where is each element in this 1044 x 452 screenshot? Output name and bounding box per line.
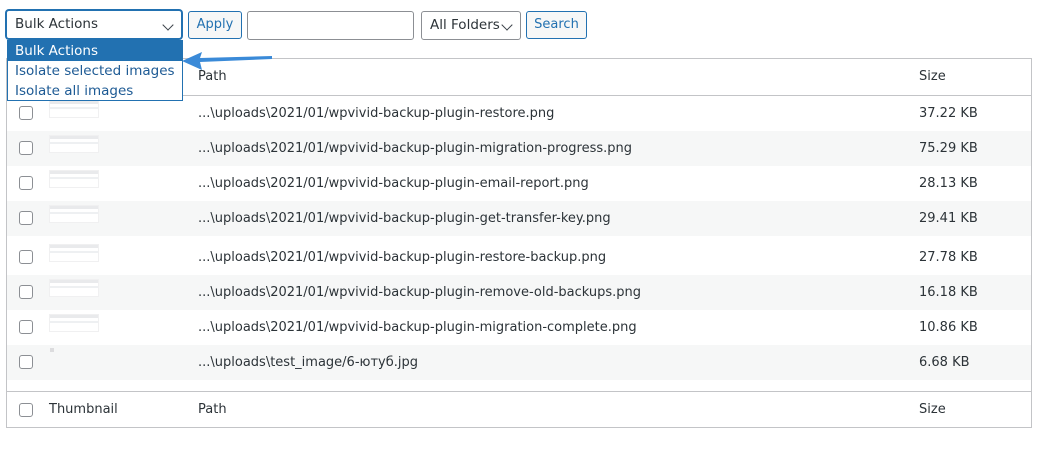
row-path: ...\uploads\2021/01/wpvivid-backup-plugi…: [198, 106, 555, 121]
dropdown-option-isolate-selected[interactable]: Isolate selected images: [8, 61, 182, 81]
folder-select[interactable]: All Folders: [421, 11, 521, 40]
row-checkbox[interactable]: [19, 106, 33, 120]
apply-button[interactable]: Apply: [188, 11, 242, 39]
row-path: ...\uploads\2021/01/wpvivid-backup-plugi…: [198, 176, 589, 191]
row-path: ...\uploads\2021/01/wpvivid-backup-plugi…: [198, 320, 637, 335]
table-row[interactable]: ...\uploads\2021/01/wpvivid-backup-plugi…: [7, 310, 1031, 345]
bulk-actions-dropdown: Bulk Actions Isolate selected images Iso…: [7, 40, 183, 101]
column-size-footer[interactable]: Size: [919, 392, 946, 428]
table-footer: Thumbnail Path Size: [7, 391, 1031, 428]
search-input[interactable]: [247, 11, 414, 40]
row-checkbox[interactable]: [19, 211, 33, 225]
row-checkbox[interactable]: [19, 285, 33, 299]
thumbnail-image: [49, 205, 99, 223]
chevron-down-icon: [501, 19, 513, 31]
row-checkbox[interactable]: [19, 250, 33, 264]
row-path: ...\uploads\2021/01/wpvivid-backup-plugi…: [198, 250, 607, 265]
dropdown-option-isolate-all[interactable]: Isolate all images: [8, 81, 182, 101]
chevron-down-icon: [162, 19, 174, 31]
thumbnail-image: [49, 279, 99, 297]
row-checkbox[interactable]: [19, 320, 33, 334]
row-checkbox[interactable]: [19, 176, 33, 190]
table-row[interactable]: ...\uploads\2021/01/wpvivid-backup-plugi…: [7, 240, 1031, 275]
row-checkbox[interactable]: [19, 355, 33, 369]
arrow-shape: [182, 52, 272, 70]
table-row[interactable]: ...\uploads\2021/01/wpvivid-backup-plugi…: [7, 166, 1031, 201]
row-size: 75.29 KB: [919, 141, 978, 156]
row-checkbox[interactable]: [19, 141, 33, 155]
table-row[interactable]: ...\uploads\2021/01/wpvivid-backup-plugi…: [7, 201, 1031, 236]
table-row[interactable]: ...\uploads\2021/01/wpvivid-backup-plugi…: [7, 131, 1031, 166]
select-all-checkbox-footer[interactable]: [19, 403, 33, 417]
folder-selected-value: All Folders: [430, 17, 500, 33]
row-path: ...\uploads\2021/01/wpvivid-backup-plugi…: [198, 211, 611, 226]
row-size: 37.22 KB: [919, 106, 978, 121]
thumbnail-image: [49, 170, 99, 188]
row-size: 28.13 KB: [919, 176, 978, 191]
row-size: 6.68 KB: [919, 355, 970, 370]
thumbnail-image: [49, 314, 99, 332]
row-size: 16.18 KB: [919, 285, 978, 300]
table-row[interactable]: ...\uploads\2021/01/wpvivid-backup-plugi…: [7, 275, 1031, 310]
thumbnail-image: [49, 244, 99, 262]
row-size: 10.86 KB: [919, 320, 978, 335]
bulk-actions-selected-value: Bulk Actions: [15, 16, 98, 32]
bulk-actions-select[interactable]: Bulk Actions: [6, 10, 182, 39]
column-thumbnail-footer[interactable]: Thumbnail: [49, 392, 118, 428]
row-size: 29.41 KB: [919, 211, 978, 226]
column-path-footer[interactable]: Path: [198, 392, 227, 428]
thumbnail-image: [50, 348, 54, 352]
images-table: Thumbnail Path Size ...\uploads\2021/01/…: [6, 58, 1032, 428]
dropdown-option-bulk-actions[interactable]: Bulk Actions: [8, 41, 182, 61]
table-row[interactable]: ...\uploads\test_image/6-ютуб.jpg 6.68 K…: [7, 345, 1031, 380]
thumbnail-image: [49, 135, 99, 153]
row-size: 27.78 KB: [919, 250, 978, 265]
thumbnail-image: [49, 100, 99, 118]
search-button[interactable]: Search: [526, 11, 587, 39]
row-path: ...\uploads\2021/01/wpvivid-backup-plugi…: [198, 285, 642, 300]
row-path: ...\uploads\2021/01/wpvivid-backup-plugi…: [198, 141, 633, 156]
table-row[interactable]: ...\uploads\2021/01/wpvivid-backup-plugi…: [7, 96, 1031, 131]
column-size[interactable]: Size: [919, 59, 946, 95]
annotation-arrow-icon: [182, 52, 272, 70]
row-path: ...\uploads\test_image/6-ютуб.jpg: [198, 355, 418, 370]
